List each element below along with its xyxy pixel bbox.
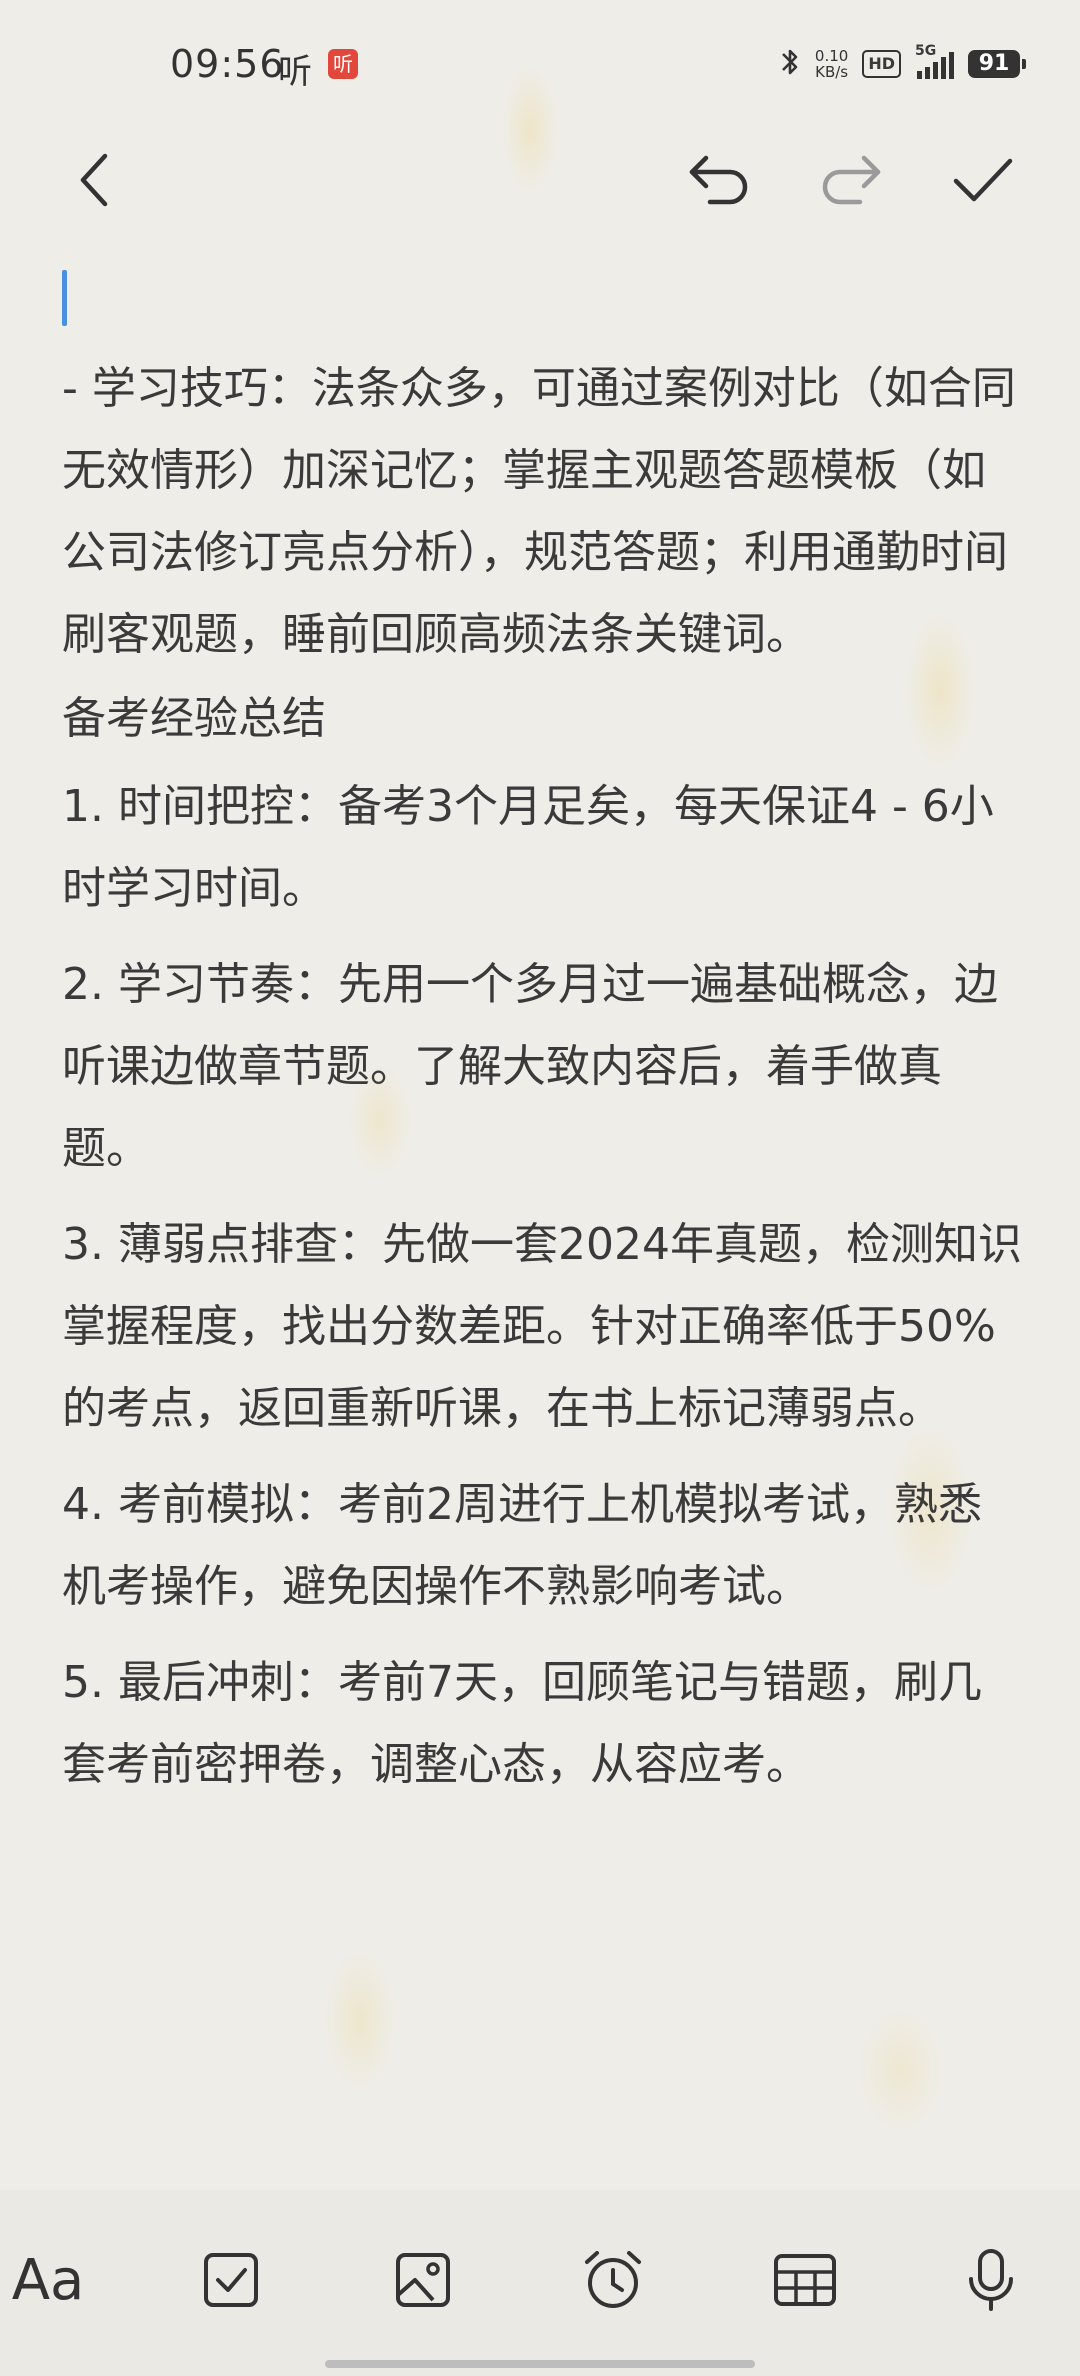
font-style-button[interactable]: Aa bbox=[8, 2235, 88, 2325]
image-icon bbox=[396, 2253, 450, 2307]
checklist-button[interactable] bbox=[186, 2235, 276, 2325]
status-icons: 0.10 KB/s HD 5G 91 bbox=[779, 43, 1026, 84]
status-time: 09:56 bbox=[170, 42, 285, 86]
redo-icon bbox=[822, 155, 881, 205]
done-button[interactable] bbox=[938, 135, 1028, 225]
table-icon bbox=[774, 2254, 836, 2306]
note-item-2[interactable]: 2. 学习节奏：先用一个多月过一遍基础概念，边听课边做章节题。了解大致内容后，着… bbox=[62, 944, 1022, 1190]
network-speed-value: 0.10 bbox=[814, 47, 849, 65]
reminder-button[interactable] bbox=[568, 2235, 658, 2325]
network-speed: 0.10 KB/s bbox=[815, 48, 848, 80]
hd-badge: HD bbox=[862, 50, 901, 78]
alarm-clock-icon bbox=[585, 2251, 641, 2308]
chevron-left-icon bbox=[80, 153, 108, 207]
insert-image-button[interactable] bbox=[378, 2235, 468, 2325]
checkmark-icon bbox=[953, 158, 1013, 202]
undo-icon bbox=[689, 155, 748, 205]
text-cursor bbox=[62, 270, 67, 326]
note-heading-summary[interactable]: 备考经验总结 bbox=[62, 678, 1022, 760]
network-speed-unit: KB/s bbox=[815, 63, 849, 81]
status-bar: 09:56 听 听 0.10 KB/s HD 5G 91 bbox=[0, 0, 1080, 130]
undo-button[interactable] bbox=[674, 135, 764, 225]
note-paragraph-study-tips[interactable]: - 学习技巧：法条众多，可通过案例对比（如合同无效情形）加深记忆；掌握主观题答题… bbox=[62, 348, 1022, 676]
note-item-3[interactable]: 3. 薄弱点排查：先做一套2024年真题，检测知识掌握程度，找出分数差距。针对正… bbox=[62, 1204, 1022, 1450]
network-type-label: 5G bbox=[915, 43, 937, 59]
signal-strength-icon: 5G bbox=[915, 43, 954, 79]
bottom-format-bar: Aa bbox=[0, 2190, 1080, 2376]
back-button[interactable] bbox=[50, 135, 140, 225]
note-item-4[interactable]: 4. 考前模拟：考前2周进行上机模拟考试，熟悉机考操作，避免因操作不熟影响考试。 bbox=[62, 1464, 1022, 1628]
note-editor[interactable]: - 学习技巧：法条众多，可通过案例对比（如合同无效情形）加深记忆；掌握主观题答题… bbox=[62, 260, 1022, 1806]
bluetooth-icon bbox=[779, 45, 801, 83]
redo-button[interactable] bbox=[806, 135, 896, 225]
voice-input-button[interactable] bbox=[946, 2235, 1036, 2325]
ting-app-badge: 听 bbox=[328, 49, 358, 79]
insert-table-button[interactable] bbox=[760, 2235, 850, 2325]
note-item-1[interactable]: 1. 时间把控：备考3个月足矣，每天保证4 - 6小时学习时间。 bbox=[62, 766, 1022, 930]
microphone-icon bbox=[969, 2249, 1013, 2311]
battery-icon: 91 bbox=[968, 50, 1026, 78]
home-indicator[interactable] bbox=[325, 2360, 755, 2368]
editor-toolbar bbox=[0, 135, 1080, 245]
note-item-5[interactable]: 5. 最后冲刺：考前7天，回顾笔记与错题，刷几套考前密押卷，调整心态，从容应考。 bbox=[62, 1642, 1022, 1806]
checkbox-icon bbox=[204, 2253, 258, 2307]
ting-app-indicator: 听 bbox=[278, 52, 312, 92]
